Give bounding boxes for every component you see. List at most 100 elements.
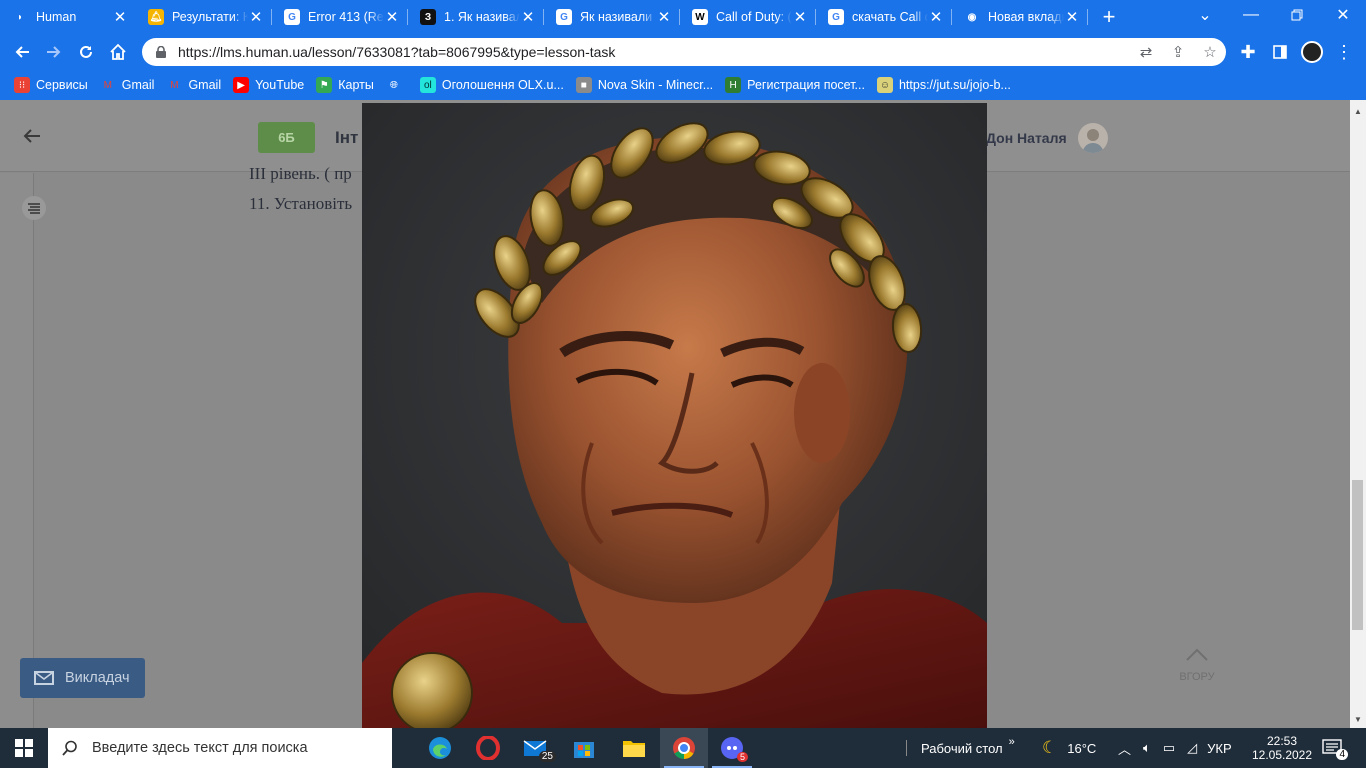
scrollbar-thumb[interactable]: [1352, 480, 1363, 630]
close-tab-icon[interactable]: ✕: [520, 9, 536, 26]
bookmark-label: Gmail: [121, 78, 155, 92]
browser-tab[interactable]: G Як називали ✕: [544, 0, 680, 34]
store-icon[interactable]: [560, 728, 608, 768]
olx-icon: ol: [419, 77, 436, 93]
forward-icon[interactable]: [38, 36, 70, 68]
close-window-icon[interactable]: ✕: [1320, 0, 1366, 30]
windows-start-icon[interactable]: [0, 728, 48, 768]
bookmark-item[interactable]: ■ Nova Skin - Minecr...: [570, 73, 719, 97]
discord-badge: 5: [736, 752, 748, 762]
more-menu-icon[interactable]: ⋮: [1328, 36, 1360, 68]
wikipedia-icon: W: [692, 9, 708, 25]
search-icon: [62, 740, 77, 756]
bookmark-item[interactable]: 🌐︎: [380, 73, 414, 97]
left-rail: [0, 173, 34, 728]
bookmark-star-icon[interactable]: ☆: [1194, 38, 1226, 66]
tray-icons: ︿ 🔈︎ ▭ ◿ УКР: [1118, 728, 1232, 768]
network-icon[interactable]: ◿: [1187, 740, 1197, 756]
teacher-button-label: Викладач: [65, 670, 130, 686]
mail-icon: [34, 671, 54, 685]
show-hidden-icons-icon[interactable]: ︿: [1118, 739, 1131, 758]
task-line: 11. Установіть: [249, 194, 353, 213]
home-icon[interactable]: [102, 36, 134, 68]
bookmark-item[interactable]: ⁝⁝ Сервисы: [8, 73, 94, 97]
tab-search-icon[interactable]: ⌄: [1182, 0, 1228, 30]
youtube-icon: ▶: [233, 77, 250, 93]
volume-icon[interactable]: 🔈︎: [1143, 740, 1151, 756]
system-tray: Рабочий стол »: [906, 728, 1015, 768]
address-bar[interactable]: https://lms.human.ua/lesson/7633081?tab=…: [142, 38, 1226, 66]
back-arrow-icon[interactable]: [22, 126, 46, 150]
close-tab-icon[interactable]: ✕: [112, 9, 128, 26]
teacher-avatar[interactable]: [1078, 123, 1108, 153]
url-text[interactable]: https://lms.human.ua/lesson/7633081?tab=…: [178, 44, 1130, 60]
browser-tab[interactable]: ◗ Human ✕: [0, 0, 136, 34]
close-tab-icon[interactable]: ✕: [248, 9, 264, 26]
close-tab-icon[interactable]: ✕: [928, 9, 944, 26]
desktop-toolbar-label[interactable]: Рабочий стол: [921, 741, 1003, 756]
clock-time: 22:53: [1266, 734, 1298, 748]
bookmark-item[interactable]: M Gmail: [160, 73, 227, 97]
browser-tab[interactable]: З 1. Як називал ✕: [408, 0, 544, 34]
tab-title: Як називали: [580, 10, 653, 24]
mail-app-icon[interactable]: 25: [512, 728, 560, 768]
maximize-icon[interactable]: [1274, 0, 1320, 30]
browser-tab[interactable]: ◉ Новая вкладк ✕: [952, 0, 1088, 34]
reload-icon[interactable]: [70, 36, 102, 68]
browser-tab[interactable]: W Call of Duty: (✕: [680, 0, 816, 34]
bookmark-item[interactable]: ☺ https://jut.su/jojo-b...: [871, 73, 1017, 97]
discord-icon[interactable]: 5: [708, 728, 756, 768]
file-explorer-icon[interactable]: [610, 728, 658, 768]
teacher-button[interactable]: Викладач: [20, 658, 145, 698]
bookmark-item[interactable]: H Регистрация посет...: [719, 73, 871, 97]
battery-icon[interactable]: ▭: [1163, 740, 1175, 756]
share-icon[interactable]: ⇪: [1162, 38, 1194, 66]
toolbar-expand-icon[interactable]: »: [1009, 736, 1015, 748]
search-placeholder: Введите здесь текст для поиска: [92, 740, 308, 756]
browser-tab[interactable]: G Error 413 (Re ✕: [272, 0, 408, 34]
weather-temp: 16°C: [1067, 740, 1097, 756]
bookmark-item[interactable]: M Gmail: [94, 73, 161, 97]
clock[interactable]: 22:53 12.05.2022: [1252, 728, 1312, 768]
browser-tab[interactable]: Gскачать Call o ✕: [816, 0, 952, 34]
close-tab-icon[interactable]: ✕: [384, 9, 400, 26]
minimize-icon[interactable]: —: [1228, 0, 1274, 30]
tab-title: 1. Як називал: [444, 10, 520, 24]
edge-browser-icon[interactable]: [416, 728, 464, 768]
chrome-icon: ◉: [964, 9, 980, 25]
bookmarks-bar: ⁝⁝ Сервисы M Gmail M Gmail ▶ YouTube ⚑ Карты 🌐︎ ol О…: [0, 70, 1366, 100]
side-panel-icon[interactable]: [1264, 36, 1296, 68]
profile-avatar[interactable]: [1296, 36, 1328, 68]
browser-tab[interactable]: 🔔︎ Результати: К ✕: [136, 0, 272, 34]
close-tab-icon[interactable]: ✕: [1064, 9, 1080, 26]
contents-menu-icon[interactable]: [22, 196, 46, 220]
subject-title: Інт: [335, 128, 359, 147]
bookmark-item[interactable]: ▶ YouTube: [227, 73, 310, 97]
bookmark-item[interactable]: ⚑ Карты: [310, 73, 380, 97]
opera-icon[interactable]: [464, 728, 512, 768]
teacher-name: Дон Наталя: [986, 130, 1067, 146]
scroll-to-top-button[interactable]: ВГОРУ: [1172, 648, 1222, 683]
tab-title: Error 413 (Re: [308, 10, 384, 24]
extensions-icon[interactable]: ✚: [1232, 36, 1264, 68]
back-icon[interactable]: [6, 36, 38, 68]
new-tab-button[interactable]: +: [1092, 0, 1126, 34]
notifications-icon[interactable]: 4: [1322, 728, 1348, 768]
scroll-down-arrow[interactable]: ▼: [1350, 712, 1366, 726]
translate-icon[interactable]: ⇄: [1130, 38, 1162, 66]
lock-icon[interactable]: [154, 45, 168, 59]
weather-widget[interactable]: ☾ 16°C: [1042, 728, 1096, 768]
close-tab-icon[interactable]: ✕: [792, 9, 808, 26]
page-scrollbar[interactable]: [1350, 100, 1366, 728]
language-indicator[interactable]: УКР: [1207, 741, 1232, 756]
maps-icon: ⚑: [316, 77, 333, 93]
close-tab-icon[interactable]: ✕: [656, 9, 672, 26]
bookmark-label: https://jut.su/jojo-b...: [898, 78, 1011, 92]
chrome-icon[interactable]: [660, 728, 708, 768]
scroll-up-arrow[interactable]: ▲: [1350, 104, 1366, 118]
bookmark-item[interactable]: ol Оголошення OLX.u...: [414, 73, 570, 97]
notification-count: 4: [1336, 749, 1348, 760]
taskbar-search-input[interactable]: Введите здесь текст для поиска: [48, 728, 392, 768]
scroll-to-top-label: ВГОРУ: [1179, 671, 1215, 683]
bookmark-label: Регистрация посет...: [747, 78, 865, 92]
